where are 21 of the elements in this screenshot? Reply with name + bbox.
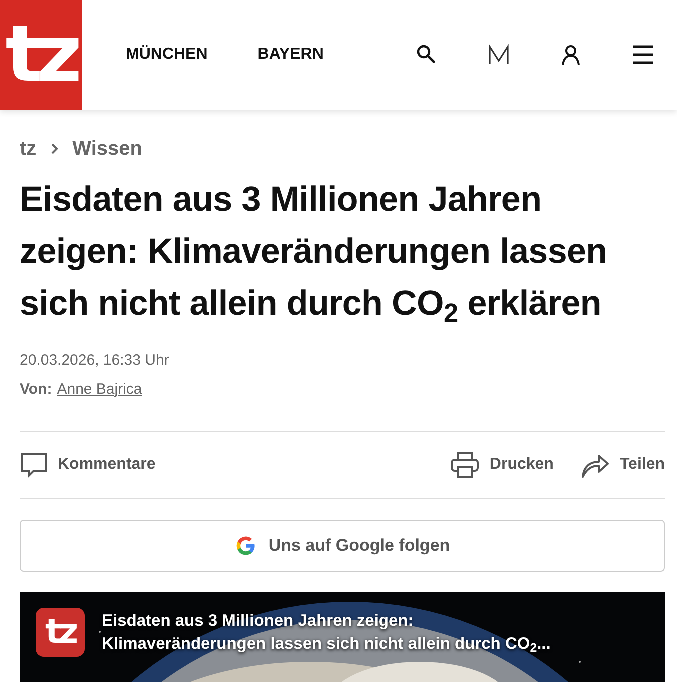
breadcrumb-link[interactable]: Wissen [72,134,143,164]
m-icon[interactable] [487,43,511,67]
user-icon[interactable] [559,43,583,67]
article-title: Eisdaten aus 3 Millionen Jahren zeigen: Klimaveränderungen lassen sich nicht allein durch CO$_{2}$ erklären [20,179,608,330]
logo: tz [36,608,85,657]
comments-button[interactable]: Kommentare [20,451,156,479]
nav-link[interactable]: BAYERN [258,43,324,67]
nav-link[interactable]: MÜNCHEN [126,43,208,67]
print-button[interactable]: Drucken [450,451,554,479]
printer-icon [450,451,480,479]
publish-date: 20.03.2026, 16:33 Uhr [20,351,170,371]
author-label: Von: [20,380,52,400]
google-icon [234,535,257,557]
breadcrumb-link[interactable]: tz [20,134,37,164]
comment-icon [20,451,48,479]
google-follow-button[interactable]: Uns auf Google folgen [20,520,665,572]
author-link[interactable]: Anne Bajrica [57,378,142,401]
chevron-icon [50,143,59,155]
share-button[interactable]: Teilen [580,451,665,479]
logo[interactable]: tz [0,0,82,110]
menu-icon[interactable] [631,43,655,67]
